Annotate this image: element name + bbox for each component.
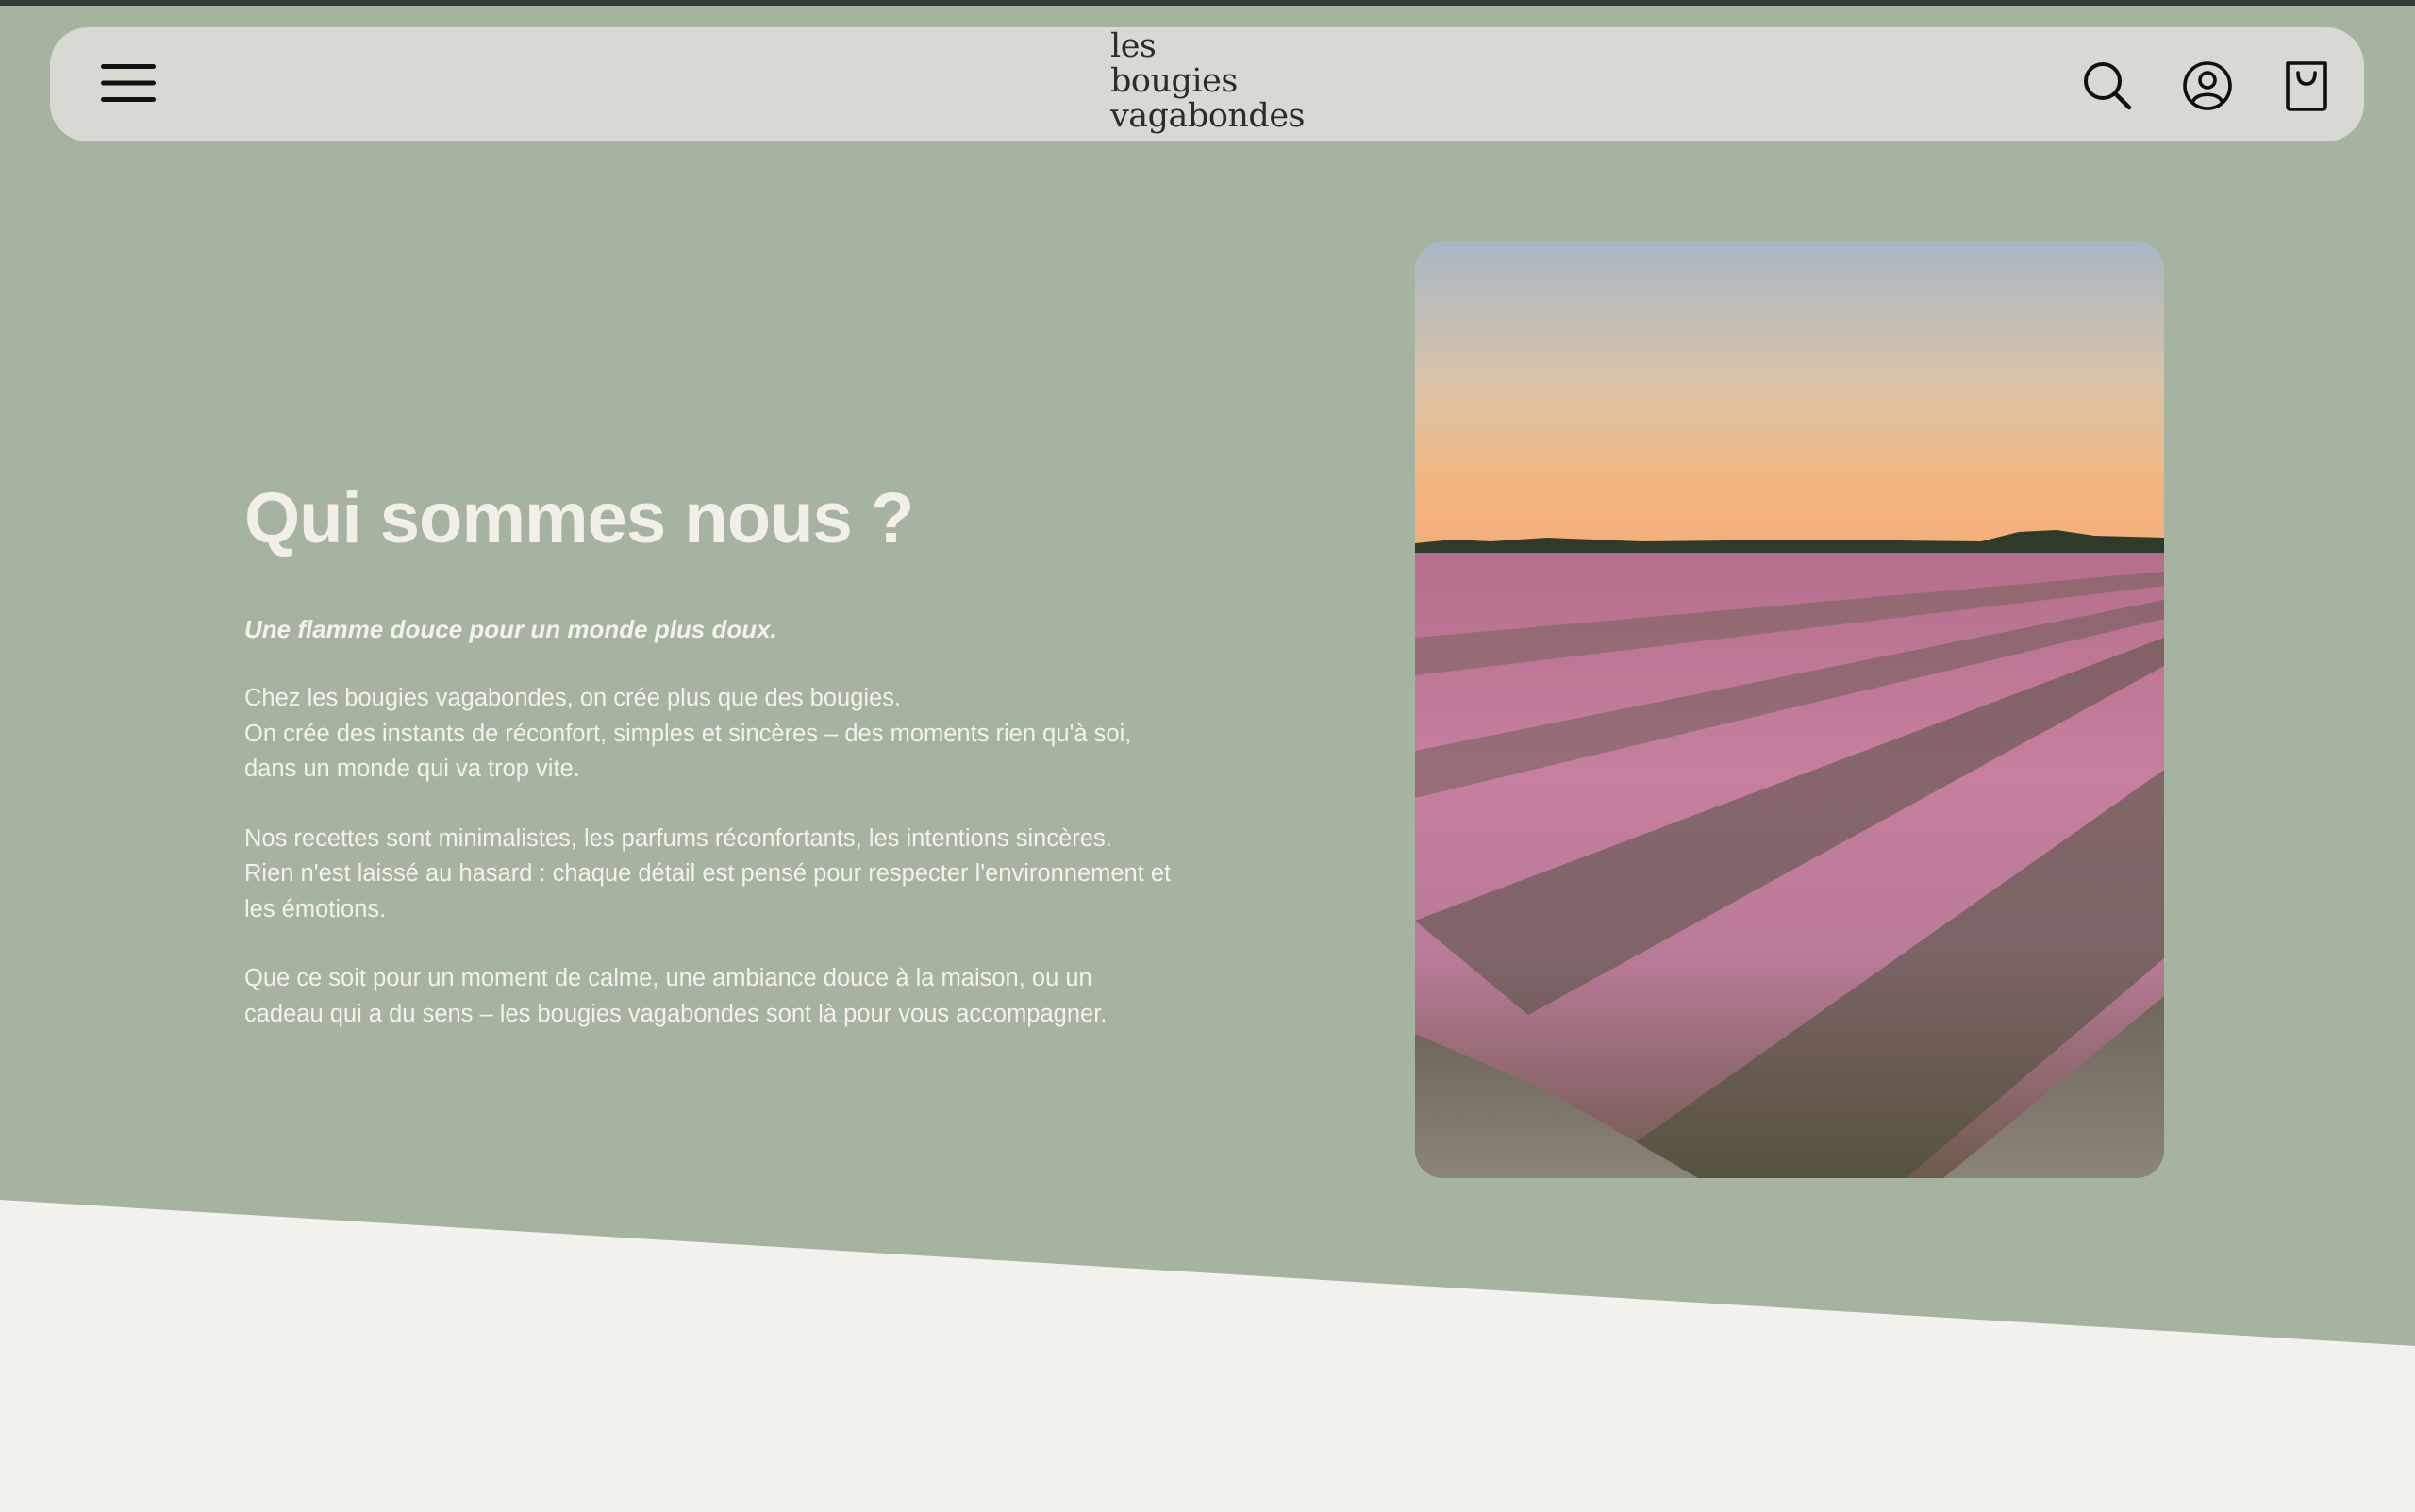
logo-line: bougies xyxy=(1110,62,1238,100)
account-icon xyxy=(2183,61,2232,110)
tulip-field-photo xyxy=(1415,241,2164,1178)
about-paragraph: Chez les bougies vagabondes, on crée plu… xyxy=(244,681,1225,788)
paragraph-line: cadeau qui a du sens – les bougies vagab… xyxy=(244,1000,1108,1027)
cream-section-divider xyxy=(0,1200,2415,1512)
search-button[interactable] xyxy=(2077,56,2138,116)
logo-line: les xyxy=(1110,27,1157,65)
search-icon xyxy=(2084,62,2132,110)
tagline: Une flamme douce pour un monde plus doux… xyxy=(244,615,777,643)
paragraph-line: On crée des instants de réconfort, simpl… xyxy=(244,720,1132,747)
brand-logo[interactable]: les bougies vagabondes xyxy=(1110,29,1327,134)
site-header: les bougies vagabondes xyxy=(50,27,2364,141)
cart-button[interactable] xyxy=(2276,56,2337,116)
paragraph-line: dans un monde qui va trop vite. xyxy=(244,756,580,782)
paragraph-line: Chez les bougies vagabondes, on crée plu… xyxy=(244,685,902,711)
page-title: Qui sommes nous ? xyxy=(244,478,914,558)
about-section: Qui sommes nous ? Une flamme douce pour … xyxy=(244,472,1225,1032)
paragraph-line: Rien n'est laissé au hasard : chaque dét… xyxy=(244,860,1172,887)
hamburger-menu-icon xyxy=(101,64,156,102)
logo-line: vagabondes xyxy=(1110,97,1306,135)
paragraph-line: les émotions. xyxy=(244,895,387,922)
top-border xyxy=(0,0,2415,6)
about-paragraph: Nos recettes sont minimalistes, les parf… xyxy=(244,822,1225,928)
menu-button[interactable] xyxy=(97,56,159,110)
shopping-bag-icon xyxy=(2286,61,2327,111)
paragraph-line: Que ce soit pour un moment de calme, une… xyxy=(244,965,1092,991)
account-button[interactable] xyxy=(2177,56,2238,116)
about-paragraph: Que ce soit pour un moment de calme, une… xyxy=(244,961,1225,1032)
paragraph-line: Nos recettes sont minimalistes, les parf… xyxy=(244,824,1112,852)
